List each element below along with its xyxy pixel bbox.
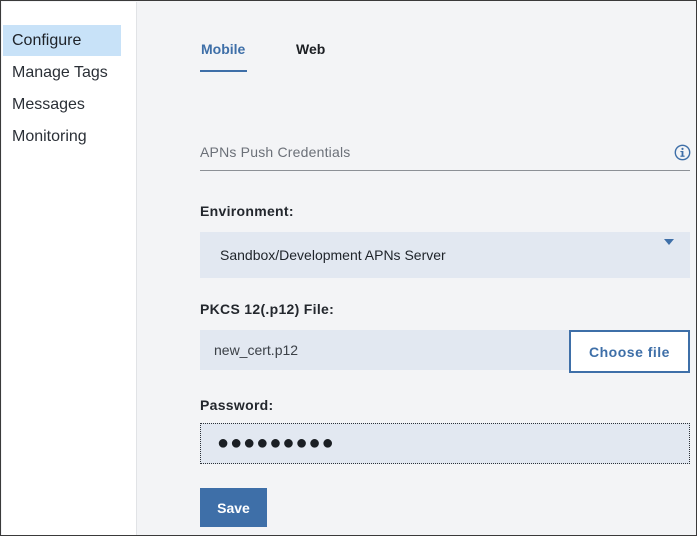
save-button[interactable]: Save [200, 488, 267, 527]
sidebar-item-configure[interactable]: Configure [3, 25, 121, 56]
pkcs-file-label: PKCS 12(.p12) File: [200, 301, 335, 317]
tab-mobile[interactable]: Mobile [201, 41, 245, 57]
file-name: new_cert.p12 [214, 342, 299, 358]
active-tab-indicator [200, 70, 247, 72]
tab-web[interactable]: Web [296, 41, 325, 57]
app-frame: Configure Manage Tags Messages Monitorin… [0, 0, 697, 536]
section-divider [200, 170, 690, 171]
sidebar-item-monitoring[interactable]: Monitoring [3, 121, 121, 152]
sidebar-item-manage-tags[interactable]: Manage Tags [3, 57, 121, 88]
info-icon[interactable] [674, 144, 691, 161]
file-name-field: new_cert.p12 [200, 330, 570, 370]
choose-file-button[interactable]: Choose file [569, 330, 690, 373]
section-title: APNs Push Credentials [200, 144, 351, 160]
sidebar: Configure Manage Tags Messages Monitorin… [2, 2, 137, 535]
environment-select[interactable]: Sandbox/Development APNs Server [200, 232, 690, 278]
environment-select-value: Sandbox/Development APNs Server [220, 247, 446, 263]
chevron-down-icon [664, 239, 674, 245]
environment-label: Environment: [200, 203, 294, 219]
password-label: Password: [200, 397, 274, 413]
password-field[interactable] [200, 423, 690, 464]
sidebar-item-messages[interactable]: Messages [3, 89, 121, 120]
